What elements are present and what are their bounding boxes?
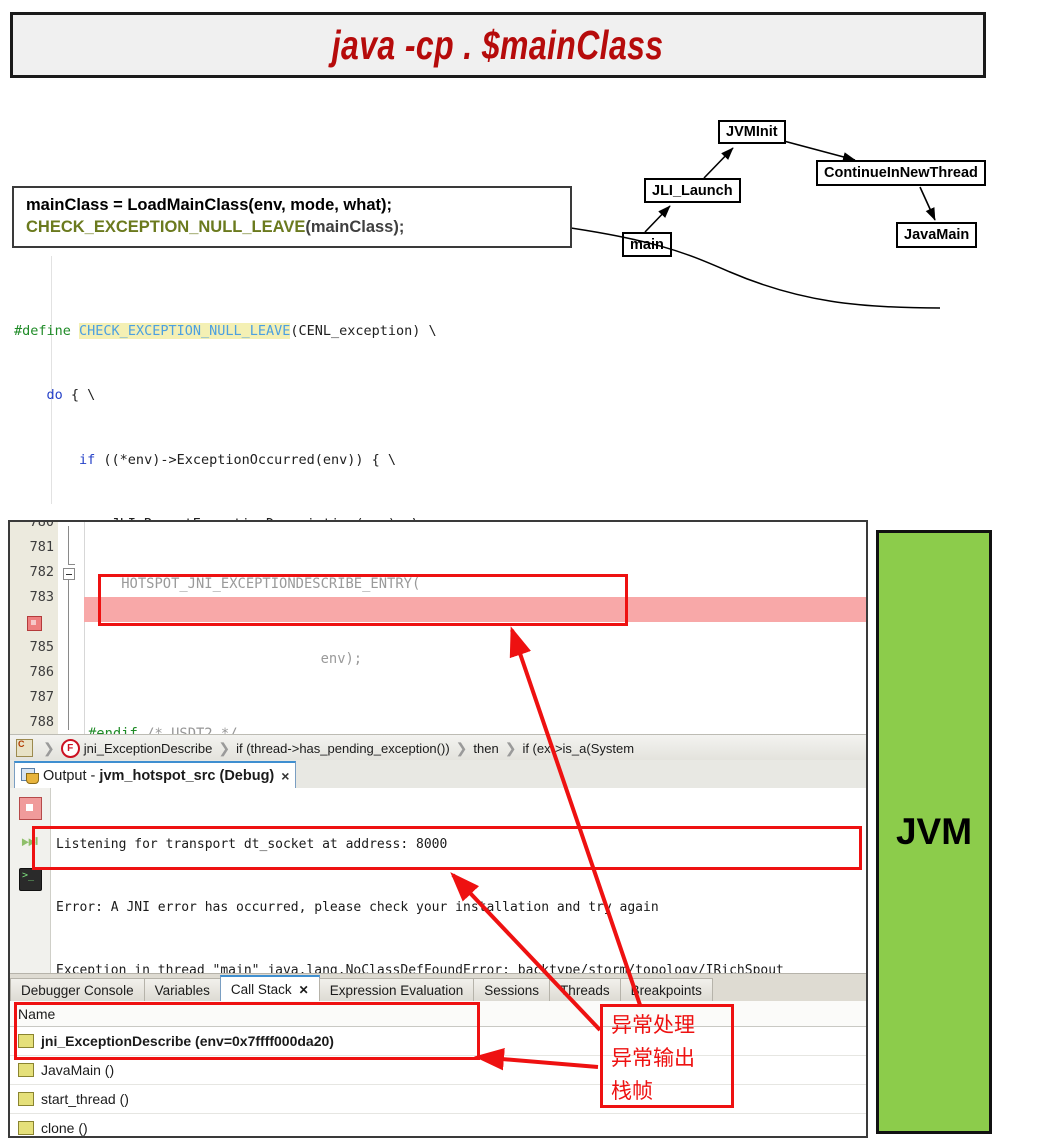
tab-label: Call Stack: [230, 982, 292, 997]
editor-code-text: HOTSPOT_JNI_EXCEPTIONDESCRIBE_ENTRY( env…: [88, 522, 611, 734]
callout-line-macro: CHECK_EXCEPTION_NULL_LEAVE(mainClass);: [26, 216, 570, 238]
breadcrumb-item-if[interactable]: if (thread->has_pending_exception()): [236, 741, 450, 756]
terminal-icon[interactable]: [19, 868, 42, 891]
console-line: Error: A JNI error has occurred, please …: [56, 900, 659, 915]
function-icon: F: [60, 738, 80, 758]
annotation-stack-frame: 栈帧: [611, 1079, 653, 1103]
page-title: java -cp . $mainClass: [332, 21, 664, 68]
call-stack-row[interactable]: JavaMain (): [10, 1056, 866, 1085]
line-number: 786: [29, 664, 54, 680]
tab-label: Output - jvm_hotspot_src (Debug): [43, 768, 274, 784]
callout-box: mainClass = LoadMainClass(env, mode, wha…: [12, 186, 572, 248]
annotation-box-stack-frames: [14, 1002, 480, 1060]
chevron-right-icon: ❯: [43, 739, 55, 756]
tab-label: Threads: [560, 983, 610, 998]
fold-line-stub-end: [68, 564, 75, 565]
annotation-exception-output: 异常输出: [611, 1046, 695, 1070]
chevron-right-icon: ❯: [504, 739, 517, 756]
macro-code-line: #define CHECK_EXCEPTION_NULL_LEAVE(CENL_…: [14, 322, 437, 339]
output-console: ⏭ Listening for transport dt_socket at a…: [10, 788, 866, 1104]
tab-label-name: jvm_hotspot_src (Debug): [99, 767, 275, 784]
chevron-right-icon: ❯: [455, 739, 468, 756]
title-banner: java -cp . $mainClass: [10, 12, 986, 78]
tab-label: Sessions: [484, 983, 540, 998]
fold-collapse-icon[interactable]: [63, 568, 75, 580]
annotation-box-exception: [32, 826, 862, 870]
jvm-panel: JVM: [876, 530, 992, 1134]
chevron-right-icon: ❯: [218, 739, 231, 756]
graph-node-jvminit: JVMInit: [718, 120, 786, 144]
tab-label: Debugger Console: [21, 983, 134, 998]
call-stack-label: clone (): [41, 1120, 88, 1136]
annotation-box-code: [98, 574, 628, 626]
call-stack-label: start_thread (): [41, 1091, 129, 1107]
callout-macro-name: CHECK_EXCEPTION_NULL_LEAVE: [26, 218, 306, 236]
breakpoint-icon[interactable]: [27, 616, 42, 631]
tab-threads[interactable]: Threads: [549, 978, 621, 1002]
close-icon[interactable]: ✕: [299, 983, 309, 997]
tab-debugger-console[interactable]: Debugger Console: [10, 978, 145, 1002]
fold-region-bar: [68, 580, 69, 730]
editor-gutter: 780 781 782 783 785 786 787 788: [10, 522, 59, 734]
stack-frame-icon: [18, 1121, 34, 1135]
tab-label: Expression Evaluation: [329, 983, 464, 998]
tab-variables[interactable]: Variables: [143, 978, 221, 1002]
tab-breakpoints[interactable]: Breakpoints: [619, 978, 713, 1002]
c-file-icon: [16, 739, 33, 757]
tab-label: Breakpoints: [630, 983, 702, 998]
macro-code-line: if ((*env)->ExceptionOccurred(env)) { \: [79, 451, 397, 468]
tab-label-prefix: Output -: [43, 767, 100, 784]
line-number: 783: [29, 589, 54, 605]
tab-expression-evaluation[interactable]: Expression Evaluation: [318, 978, 475, 1002]
output-window-icon: [21, 768, 39, 784]
call-stack-row[interactable]: clone (): [10, 1114, 866, 1136]
annotation-exception-handling: 异常处理: [611, 1013, 695, 1037]
line-number: 782: [29, 564, 54, 580]
code-line: #endif /* USDT2 */: [88, 726, 238, 734]
code-line: env);: [88, 651, 363, 667]
output-tab-row: Output - jvm_hotspot_src (Debug) ×: [10, 760, 866, 789]
stack-frame-icon: [18, 1092, 34, 1106]
tab-output-jvm-hotspot-src[interactable]: Output - jvm_hotspot_src (Debug) ×: [14, 761, 297, 788]
breadcrumb[interactable]: ❯ F jni_ExceptionDescribe ❯ if (thread->…: [10, 734, 866, 762]
editor-fold-column[interactable]: [58, 522, 85, 734]
stack-frame-icon: [18, 1063, 34, 1077]
line-number: 780: [29, 522, 54, 530]
fold-line-stub: [68, 526, 69, 564]
macro-code-line: do { \: [46, 387, 96, 403]
tab-call-stack[interactable]: Call Stack ✕: [219, 975, 320, 1002]
line-number: 781: [29, 539, 54, 555]
line-number: 788: [29, 714, 54, 730]
macro-definition-code: #define CHECK_EXCEPTION_NULL_LEAVE(CENL_…: [14, 256, 614, 984]
jvm-label: JVM: [895, 811, 973, 852]
breadcrumb-item-inner-if[interactable]: if (ex->is_a(System: [522, 741, 634, 756]
breadcrumb-item-function[interactable]: jni_ExceptionDescribe: [84, 741, 213, 756]
chinese-annotation-box: 异常处理 异常输出 栈帧: [600, 1004, 734, 1108]
callout-macro-args: (mainClass);: [305, 218, 405, 236]
callout-line-loadmainclass: mainClass = LoadMainClass(env, mode, wha…: [26, 196, 392, 214]
call-stack-row[interactable]: start_thread (): [10, 1085, 866, 1114]
line-number: 787: [29, 689, 54, 705]
close-icon[interactable]: ×: [281, 768, 289, 784]
console-toolbar: ⏭: [10, 788, 51, 973]
tab-label: Variables: [154, 983, 210, 998]
breadcrumb-item-then[interactable]: then: [473, 741, 498, 756]
call-stack-label: JavaMain (): [41, 1062, 115, 1078]
debugger-tab-bar[interactable]: Debugger Console Variables Call Stack ✕ E…: [10, 973, 866, 1002]
tab-sessions[interactable]: Sessions: [473, 978, 551, 1002]
source-editor[interactable]: 780 781 782 783 785 786 787 788 HOTSPOT_…: [10, 522, 866, 734]
line-number: 785: [29, 639, 54, 655]
ide-window: 780 781 782 783 785 786 787 788 HOTSPOT_…: [8, 520, 868, 1138]
stop-icon[interactable]: [19, 797, 42, 820]
